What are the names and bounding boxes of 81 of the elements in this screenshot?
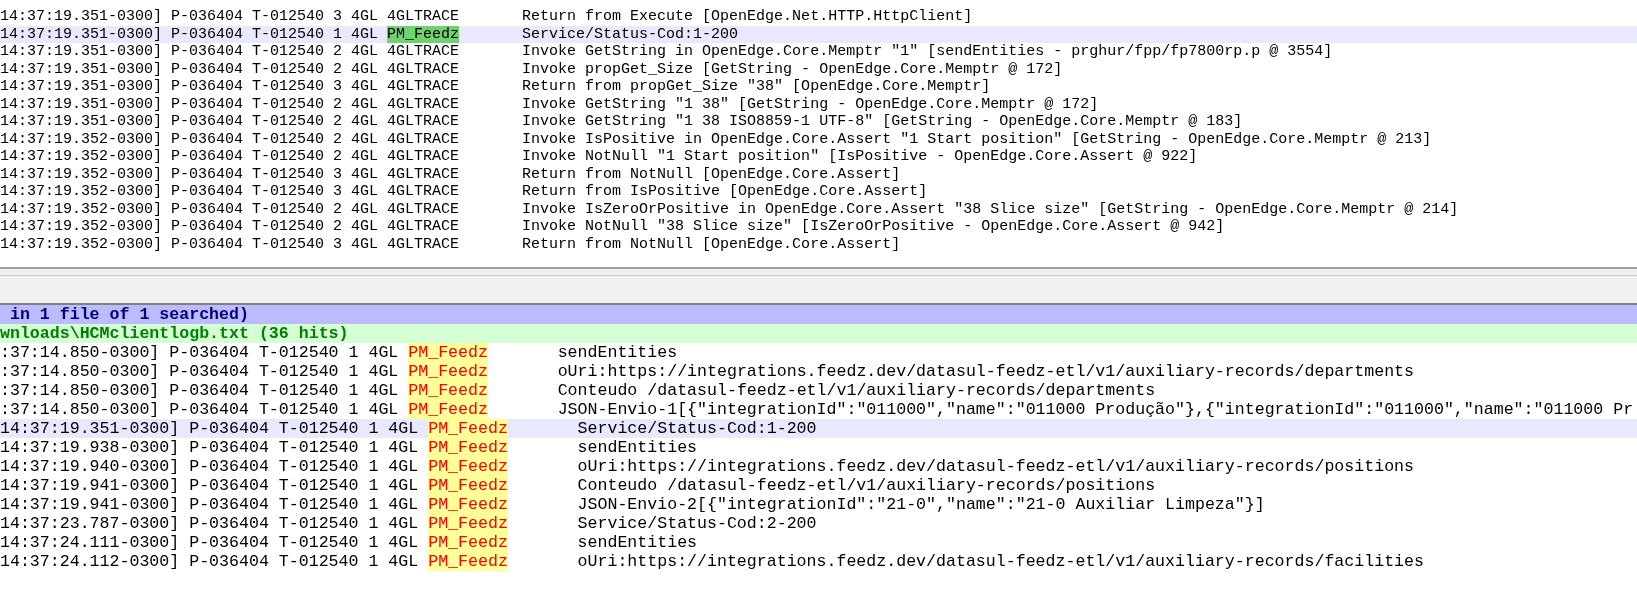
log-tag: 4GLTRACE bbox=[387, 165, 460, 183]
log-message: Invoke GetString "1 38 ISO8859-1 UTF-8" [GetString - OpenEdge.Core.Memptr @ 183] bbox=[522, 113, 1243, 131]
log-text: 14:37:19.351-0300] P-036404 T-012540 3 4GL bbox=[0, 8, 379, 26]
log-text: :37:14.850-0300] P-036404 T-012540 1 4GL bbox=[0, 362, 399, 381]
log-tag: 4GLTRACE bbox=[387, 95, 460, 113]
log-text: 14:37:19.351-0300] P-036404 T-012540 1 4GL bbox=[0, 419, 419, 438]
log-tag: 4GLTRACE bbox=[387, 183, 460, 201]
log-text: 14:37:19.351-0300] P-036404 T-012540 3 4GL bbox=[0, 78, 379, 96]
log-text: 14:37:19.352-0300] P-036404 T-012540 2 4GL bbox=[0, 200, 379, 218]
log-text: 14:37:24.112-0300] P-036404 T-012540 1 4GL bbox=[0, 552, 419, 571]
log-text: 14:37:19.352-0300] P-036404 T-012540 3 4GL bbox=[0, 165, 379, 183]
log-message: Invoke IsPositive in OpenEdge.Core.Assert "1 Start position" [GetString - OpenEdge.Core.Memptr @ 213] bbox=[522, 130, 1432, 148]
search-summary: in 1 file of 1 searched) bbox=[0, 305, 1637, 324]
search-match: PM_Feedz bbox=[408, 362, 488, 381]
log-text: 14:37:23.787-0300] P-036404 T-012540 1 4GL bbox=[0, 514, 419, 533]
log-message: oUri:https://integrations.feedz.dev/datasul-feedz-etl/v1/auxiliary-records/positions bbox=[577, 457, 1414, 476]
log-text: 14:37:19.352-0300] P-036404 T-012540 2 4GL bbox=[0, 130, 379, 148]
search-match: PM_Feedz bbox=[428, 438, 508, 457]
search-match: PM_Feedz bbox=[428, 476, 508, 495]
log-message: sendEntities bbox=[557, 343, 678, 362]
log-tag: 4GLTRACE bbox=[387, 78, 460, 96]
log-tag: 4GLTRACE bbox=[387, 235, 460, 253]
search-match: PM_Feedz bbox=[408, 343, 488, 362]
log-message: oUri:https://integrations.feedz.dev/datasul-feedz-etl/v1/auxiliary-records/departments bbox=[557, 362, 1415, 381]
log-message: sendEntities bbox=[577, 533, 698, 552]
search-match: PM_Feedz bbox=[408, 381, 488, 400]
log-message: Invoke NotNull "38 Slice size" [IsZeroOrPositive - OpenEdge.Core.Assert @ 942] bbox=[522, 218, 1225, 236]
log-message: Service/Status-Cod:2-200 bbox=[577, 514, 817, 533]
log-tag: 4GLTRACE bbox=[387, 113, 460, 131]
log-text: 14:37:19.351-0300] P-036404 T-012540 2 4GL bbox=[0, 60, 379, 78]
log-text: 14:37:19.352-0300] P-036404 T-012540 3 4GL bbox=[0, 183, 379, 201]
log-text: 14:37:19.941-0300] P-036404 T-012540 1 4GL bbox=[0, 495, 419, 514]
log-message: Conteudo /datasul-feedz-etl/v1/auxiliary-records/positions bbox=[577, 476, 1156, 495]
pane-splitter[interactable] bbox=[0, 267, 1637, 305]
log-text: 14:37:19.940-0300] P-036404 T-012540 1 4GL bbox=[0, 457, 419, 476]
log-tag: 4GLTRACE bbox=[387, 200, 460, 218]
log-message: Invoke NotNull "1 Start position" [IsPositive - OpenEdge.Core.Assert @ 922] bbox=[522, 148, 1198, 166]
log-text: 14:37:19.351-0300] P-036404 T-012540 2 4GL bbox=[0, 95, 379, 113]
log-text: 14:37:19.352-0300] P-036404 T-012540 2 4GL bbox=[0, 148, 379, 166]
search-match: PM_Feedz bbox=[408, 400, 488, 419]
log-message: oUri:https://integrations.feedz.dev/datasul-feedz-etl/v1/auxiliary-records/facilities bbox=[577, 552, 1424, 571]
search-match: PM_Feedz bbox=[428, 514, 508, 533]
log-text: 14:37:19.351-0300] P-036404 T-012540 2 4GL bbox=[0, 113, 379, 131]
log-tag: 4GLTRACE bbox=[387, 43, 460, 61]
log-text: :37:14.850-0300] P-036404 T-012540 1 4GL bbox=[0, 400, 399, 419]
log-text: 14:37:24.111-0300] P-036404 T-012540 1 4GL bbox=[0, 533, 419, 552]
log-message: Invoke GetString in OpenEdge.Core.Memptr "1" [sendEntities - prghur/fpp/fp7800rp.p @ 3554] bbox=[522, 43, 1333, 61]
log-message: Invoke propGet_Size [GetString - OpenEdge.Core.Memptr @ 172] bbox=[522, 60, 1063, 78]
search-match: PM_Feedz bbox=[428, 495, 508, 514]
log-message: Return from IsPositive [OpenEdge.Core.Assert] bbox=[522, 183, 928, 201]
log-message: sendEntities bbox=[577, 438, 698, 457]
log-text: 14:37:19.351-0300] P-036404 T-012540 2 4GL bbox=[0, 43, 379, 61]
log-tag: 4GLTRACE bbox=[387, 60, 460, 78]
log-message: Service/Status-Cod:1-200 bbox=[577, 419, 817, 438]
log-text: 14:37:19.352-0300] P-036404 T-012540 3 4GL bbox=[0, 235, 379, 253]
log-text: 14:37:19.941-0300] P-036404 T-012540 1 4GL bbox=[0, 476, 419, 495]
log-text: 14:37:19.351-0300] P-036404 T-012540 1 4GL bbox=[0, 25, 379, 43]
log-message: JSON-Envio-1[{"integrationId":"011000","name":"011000 Produção"},{"integrationId":"011000","name":"011000 Pr bbox=[557, 400, 1634, 419]
log-tag: 4GLTRACE bbox=[387, 8, 460, 26]
log-tag: 4GLTRACE bbox=[387, 130, 460, 148]
log-message: Return from Execute [OpenEdge.Net.HTTP.HttpClient] bbox=[522, 8, 973, 26]
log-message: Return from NotNull [OpenEdge.Core.Assert] bbox=[522, 235, 901, 253]
search-match: PM_Feedz bbox=[428, 552, 508, 571]
log-message: Return from NotNull [OpenEdge.Core.Assert] bbox=[522, 165, 901, 183]
log-message: Return from propGet_Size "38" [OpenEdge.Core.Memptr] bbox=[522, 78, 991, 96]
log-message: Invoke GetString "1 38" [GetString - OpenEdge.Core.Memptr @ 172] bbox=[522, 95, 1099, 113]
search-match: PM_Feedz bbox=[428, 457, 508, 476]
search-match: PM_Feedz bbox=[428, 419, 508, 438]
log-message: Conteudo /datasul-feedz-etl/v1/auxiliary-records/departments bbox=[557, 381, 1156, 400]
log-text: :37:14.850-0300] P-036404 T-012540 1 4GL bbox=[0, 343, 399, 362]
log-message: Service/Status-Cod:1-200 bbox=[522, 25, 739, 43]
log-text: 14:37:19.352-0300] P-036404 T-012540 2 4GL bbox=[0, 218, 379, 236]
log-text: 14:37:19.938-0300] P-036404 T-012540 1 4GL bbox=[0, 438, 419, 457]
file-result-header[interactable]: wnloads\HCMclientlogb.txt (36 hits) bbox=[0, 324, 1637, 343]
log-message: JSON-Envio-2[{"integrationId":"21-0","name":"21-0 Auxiliar Limpeza"}] bbox=[577, 495, 1265, 514]
log-tag: 4GLTRACE bbox=[387, 218, 460, 236]
log-tag: 4GLTRACE bbox=[387, 148, 460, 166]
search-result-row[interactable]: 14:37:19.351-0300] P-036404 T-012540 1 4GL PM_Feedz Service/Status-Cod:1-200 bbox=[0, 419, 1637, 438]
search-match: PM_Feedz bbox=[428, 533, 508, 552]
log-text: :37:14.850-0300] P-036404 T-012540 1 4GL bbox=[0, 381, 399, 400]
log-message: Invoke IsZeroOrPositive in OpenEdge.Core.Assert "38 Slice size" [GetString - OpenEdge.Core.Memptr @ 214] bbox=[522, 200, 1459, 218]
